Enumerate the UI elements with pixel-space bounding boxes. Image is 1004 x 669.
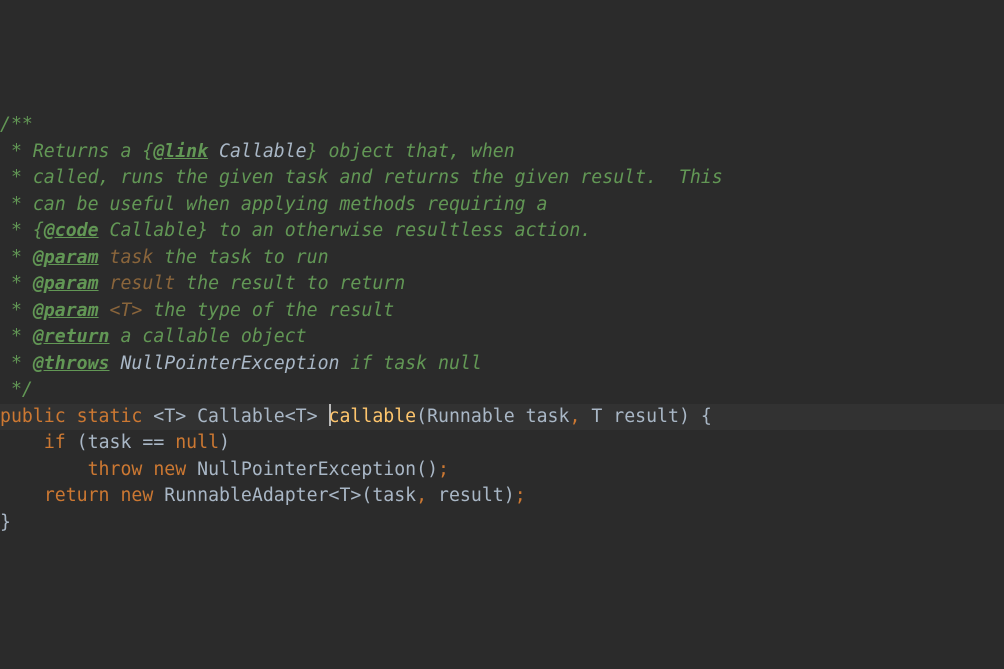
javadoc-close: */ bbox=[0, 377, 1004, 404]
keyword-public: public bbox=[0, 406, 66, 427]
param-tag: @param bbox=[33, 247, 99, 268]
code-tag: @code bbox=[44, 220, 99, 241]
return-tag: @return bbox=[33, 326, 110, 347]
keyword-return: return bbox=[44, 485, 110, 506]
param-name: <T> bbox=[110, 300, 143, 321]
code-line: if (task == null) bbox=[0, 430, 1004, 457]
code-editor[interactable]: /** * Returns a {@link Callable} object … bbox=[0, 112, 1004, 536]
javadoc-line: * called, runs the given task and return… bbox=[0, 165, 1004, 192]
keyword-static: static bbox=[77, 406, 143, 427]
javadoc-open: /** bbox=[0, 112, 1004, 139]
link-tag: @link bbox=[153, 141, 208, 162]
param-tag: @param bbox=[33, 300, 99, 321]
keyword-null: null bbox=[175, 432, 219, 453]
code-line: return new RunnableAdapter<T>(task, resu… bbox=[0, 483, 1004, 510]
keyword-throw: throw bbox=[88, 459, 143, 480]
keyword-new: new bbox=[153, 459, 186, 480]
method-name: callable bbox=[329, 406, 417, 427]
keyword-new: new bbox=[120, 485, 153, 506]
type-reference: Callable bbox=[219, 141, 307, 162]
keyword-if: if bbox=[44, 432, 66, 453]
param-name: task bbox=[110, 247, 154, 268]
javadoc-throws: * @throws NullPointerException if task n… bbox=[0, 351, 1004, 378]
javadoc-return: * @return a callable object bbox=[0, 324, 1004, 351]
javadoc-line: * {@code Callable} to an otherwise resul… bbox=[0, 218, 1004, 245]
closing-brace: } bbox=[0, 510, 1004, 537]
current-line: public static <T> Callable<T> callable(R… bbox=[0, 404, 1004, 431]
code-line: throw new NullPointerException(); bbox=[0, 457, 1004, 484]
throws-tag: @throws bbox=[33, 353, 110, 374]
param-tag: @param bbox=[33, 273, 99, 294]
param-name: result bbox=[110, 273, 176, 294]
javadoc-param: * @param <T> the type of the result bbox=[0, 298, 1004, 325]
javadoc-line: * can be useful when applying methods re… bbox=[0, 192, 1004, 219]
javadoc-param: * @param result the result to return bbox=[0, 271, 1004, 298]
exception-reference: NullPointerException bbox=[120, 353, 339, 374]
javadoc-param: * @param task the task to run bbox=[0, 245, 1004, 272]
javadoc-line: * Returns a {@link Callable} object that… bbox=[0, 139, 1004, 166]
